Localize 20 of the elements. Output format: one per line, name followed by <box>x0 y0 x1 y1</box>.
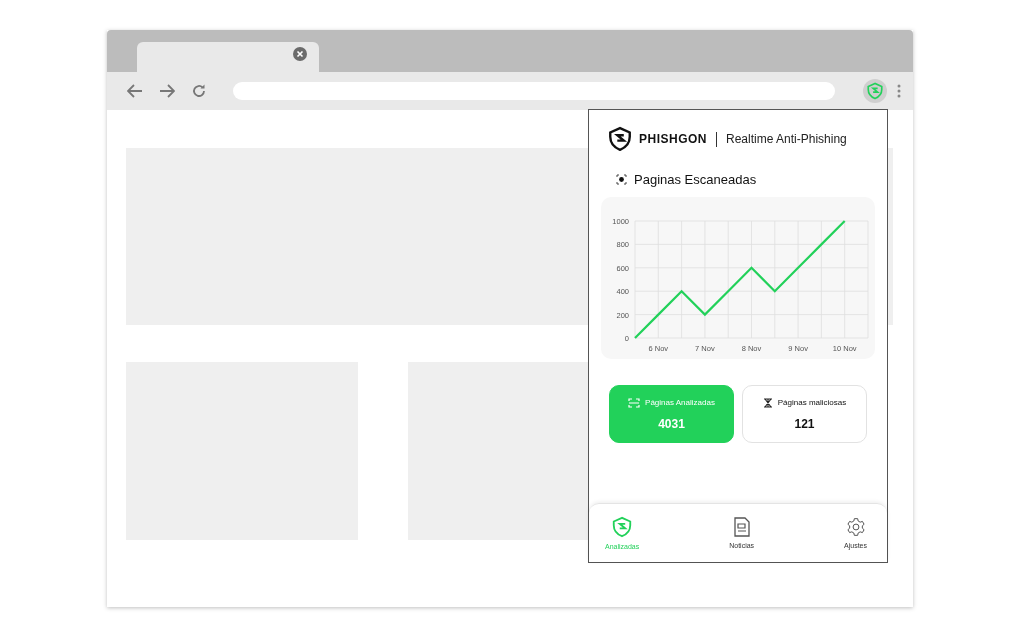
scan-icon <box>616 174 627 185</box>
stat-card[interactable]: Páginas maliciosas 121 <box>742 385 867 443</box>
stat-label: Páginas Analizadas <box>645 398 715 407</box>
back-icon[interactable] <box>127 84 143 98</box>
document-icon <box>733 517 750 537</box>
tagline: Realtime Anti-Phishing <box>726 132 847 146</box>
browser-tab[interactable] <box>137 42 319 72</box>
close-icon[interactable] <box>293 47 307 61</box>
stat-value: 4031 <box>658 416 685 431</box>
shield-logo-icon <box>607 126 633 152</box>
shield-icon <box>611 516 634 538</box>
scan-icon <box>628 397 641 408</box>
settings-icon <box>845 517 866 537</box>
section-title: Paginas Escaneadas <box>634 172 757 187</box>
forward-icon[interactable] <box>159 84 175 98</box>
menu-icon[interactable] <box>897 84 901 98</box>
reload-icon[interactable] <box>191 83 207 99</box>
brand-name: PHISHGON <box>639 132 707 146</box>
stat-label: Páginas maliciosas <box>777 398 847 407</box>
stat-value: 121 <box>794 416 815 431</box>
